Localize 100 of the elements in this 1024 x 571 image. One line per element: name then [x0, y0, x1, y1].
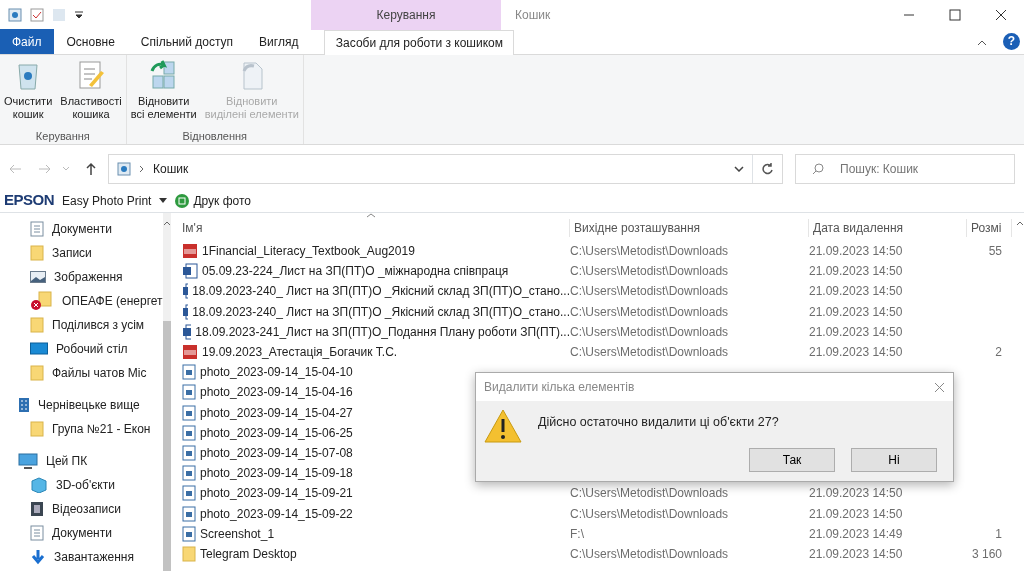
collapse-ribbon-icon[interactable]: [977, 40, 987, 46]
file-name[interactable]: photo_2023-09-14_15-09-18: [200, 464, 353, 483]
search-input[interactable]: Пошук: Кошик: [840, 160, 1000, 178]
table-cell: C:\Users\Metodist\Downloads: [570, 304, 729, 319]
column-header[interactable]: Вихідне розташування: [570, 219, 809, 237]
nav-tree-item[interactable]: Документи: [0, 521, 163, 545]
table-cell: C:\Users\Metodist\Downloads: [570, 506, 729, 521]
file-name[interactable]: Telegram Desktop: [200, 544, 297, 563]
dropdown-caret-icon[interactable]: [159, 198, 168, 203]
ribbon-tab[interactable]: Засоби для роботи з кошиком: [324, 30, 515, 55]
file-name[interactable]: photo_2023-09-14_15-06-25: [200, 423, 353, 442]
file-name[interactable]: Screenshot_1: [200, 524, 275, 543]
folder-icon: [30, 365, 44, 381]
toolbar-app-menu[interactable]: Easy Photo Print: [62, 191, 152, 210]
picture-icon: [30, 271, 46, 283]
nav-tree-item[interactable]: Цей ПК: [0, 449, 163, 473]
nav-tree-item[interactable]: Відеозаписи: [0, 497, 163, 521]
address-path[interactable]: Кошик: [153, 160, 189, 178]
warning-icon: [484, 409, 522, 443]
nav-tree-item[interactable]: Чернівецьке вище: [0, 393, 163, 417]
file-name[interactable]: photo_2023-09-14_15-04-16: [200, 383, 353, 402]
scroll-up-icon[interactable]: [1015, 221, 1024, 226]
table-cell: C:\Users\Metodist\Downloads: [570, 264, 729, 279]
dialog-button[interactable]: Ні: [851, 447, 937, 472]
nav-tree-item[interactable]: Файлы чатов Mic: [0, 361, 163, 385]
image-file-icon: [182, 525, 196, 542]
nav-tree-item[interactable]: ОПЕАФЕ (енергет: [0, 289, 163, 313]
file-name[interactable]: 18.09.2023-240_ Лист на ЗП(ПТ)О _Якісний склад ЗП(ПТ)О_стано...: [192, 282, 570, 301]
table-cell: 21.09.2023 14:50: [809, 345, 903, 360]
monitor-icon: [18, 453, 38, 469]
nav-tree-item[interactable]: Зображення: [0, 265, 163, 289]
nav-tree-item[interactable]: Записи: [0, 241, 163, 265]
ribbon-tab[interactable]: Спільний доступ: [127, 29, 247, 54]
image-file-icon: [182, 485, 196, 502]
down-arrow-icon: [30, 549, 46, 565]
file-name[interactable]: 05.09.23-224_Лист на ЗП(ПТ)О _міжнародна співпраця: [202, 262, 509, 281]
image-file-icon: [182, 364, 196, 381]
building-icon: [18, 397, 30, 413]
notepad-pencil-icon: [77, 59, 105, 91]
word-file-icon: [182, 263, 198, 280]
up-arrow-icon[interactable]: [86, 162, 96, 176]
table-cell: C:\Users\Metodist\Downloads: [570, 486, 729, 501]
ribbon-button[interactable]: Властивості кошика: [58, 59, 124, 121]
nav-tree-item[interactable]: Група №21 - Екон: [0, 417, 163, 441]
ribbon-tab[interactable]: Основне: [53, 29, 128, 54]
cube-icon: [30, 477, 48, 493]
nav-tree-item[interactable]: 3D-об'єкти: [0, 473, 163, 497]
table-cell: 1: [995, 526, 1002, 541]
table-cell: 21.09.2023 14:50: [809, 324, 903, 339]
file-name[interactable]: photo_2023-09-14_15-04-27: [200, 403, 353, 422]
breadcrumb-chevron-icon[interactable]: [139, 165, 145, 173]
file-name[interactable]: photo_2023-09-14_15-09-22: [200, 504, 353, 523]
dialog-button[interactable]: Так: [749, 447, 835, 472]
folder-icon: [182, 545, 196, 562]
scroll-up-icon[interactable]: [162, 221, 171, 226]
nav-tree-item[interactable]: Поділився з усім: [0, 313, 163, 337]
file-name[interactable]: 19.09.2023_Атестація_Богачик Т.С.: [202, 343, 398, 362]
file-name[interactable]: 18.09.2023-241_Лист на ЗП(ПТ)О_Подання Плану роботи ЗП(ПТ)...: [195, 322, 570, 341]
file-name[interactable]: 18.09.2023-240_ Лист на ЗП(ПТ)О _Якісний склад ЗП(ПТ)О_стано...: [192, 302, 570, 321]
window-title: Кошик: [515, 7, 552, 24]
ribbon-button[interactable]: Очистити кошик: [2, 59, 55, 121]
table-cell: 21.09.2023 14:49: [809, 526, 903, 541]
table-cell: 21.09.2023 14:50: [809, 264, 903, 279]
table-cell: 2: [995, 345, 1002, 360]
maximize-icon[interactable]: [949, 9, 961, 21]
table-cell: 3 160: [971, 546, 1002, 561]
customize-dropdown-icon[interactable]: [74, 10, 84, 20]
contextual-group-label: Керування: [311, 0, 501, 30]
sort-ascending-icon: [366, 213, 376, 218]
ribbon-button[interactable]: Відновити всі елементи: [128, 59, 199, 121]
file-name[interactable]: photo_2023-09-14_15-07-08: [200, 443, 353, 462]
table-cell: 21.09.2023 14:50: [809, 486, 903, 501]
file-name[interactable]: 1Financial_Literacy_Textbook_Aug2019: [202, 242, 415, 261]
pdf-file-icon: [182, 243, 198, 260]
search-field[interactable]: Пошук: Кошик: [795, 154, 1015, 184]
column-header[interactable]: Дата видалення: [809, 219, 967, 237]
table-cell: 21.09.2023 14:50: [809, 546, 903, 561]
desktop-icon: [30, 342, 48, 356]
column-header[interactable]: Ім'я: [170, 219, 570, 237]
word-file-icon: [182, 323, 192, 340]
printer-icon[interactable]: [175, 193, 190, 208]
scrollbar-thumb[interactable]: [162, 321, 171, 571]
close-icon[interactable]: [995, 9, 1007, 21]
dropdown-chevron-icon[interactable]: [734, 166, 744, 172]
print-photo-button[interactable]: Друк фото: [193, 191, 251, 210]
ribbon-tab[interactable]: Вигляд: [246, 29, 312, 54]
file-name[interactable]: photo_2023-09-14_15-04-10: [200, 363, 353, 382]
file-name[interactable]: photo_2023-09-14_15-09-21: [200, 484, 353, 503]
refresh-icon[interactable]: [761, 163, 774, 175]
help-button[interactable]: ?: [1003, 33, 1020, 50]
ribbon-tab[interactable]: Файл: [0, 29, 54, 54]
brand-logo: EPSON: [4, 190, 54, 211]
film-icon: [30, 501, 44, 517]
search-icon: [812, 163, 824, 175]
nav-tree-item[interactable]: Документи: [0, 217, 163, 241]
nav-tree-item[interactable]: Робочий стіл: [0, 337, 163, 361]
checklist-icon[interactable]: [30, 8, 44, 22]
document-icon: [30, 525, 44, 541]
nav-tree-item[interactable]: Завантаження: [0, 545, 163, 569]
ribbon-group-label: Керування: [34, 128, 91, 144]
